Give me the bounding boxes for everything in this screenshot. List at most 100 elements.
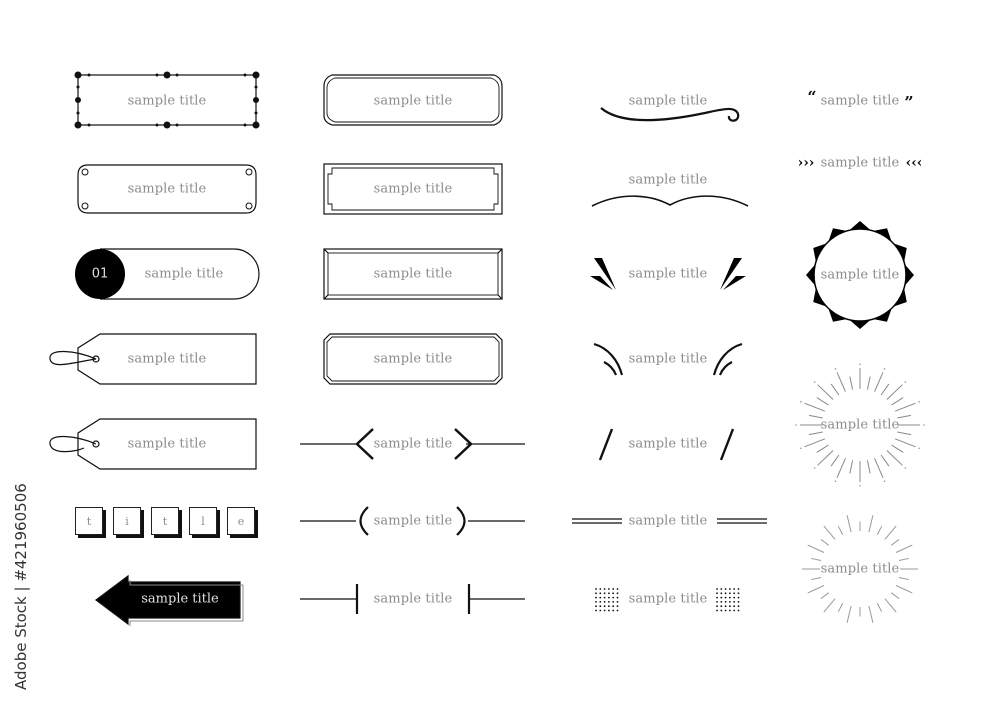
grid-dot — [616, 605, 619, 608]
grid-dot — [608, 588, 610, 590]
grid-dot — [720, 605, 723, 608]
sun-ray — [849, 376, 854, 390]
sun-ray — [886, 450, 903, 466]
grid-dot — [724, 605, 727, 608]
grid-dot — [729, 596, 731, 599]
grid-dot — [716, 605, 718, 608]
grid-dot — [599, 601, 602, 603]
grid-dot — [603, 609, 606, 612]
swash-underline — [600, 107, 740, 122]
grid-dot — [608, 609, 610, 612]
sun-dot — [883, 480, 886, 482]
sun-dot — [800, 400, 802, 403]
triple-chevrons-label: sample title — [820, 155, 900, 171]
grid-dot — [733, 596, 736, 599]
grid-dot — [724, 609, 727, 612]
sun-ray — [895, 544, 913, 553]
sun-dot — [813, 467, 816, 469]
tag-label-text: sample title — [127, 351, 207, 367]
grid-dot — [720, 588, 723, 590]
sun-ray — [891, 444, 904, 453]
ornament-sheet: sample title sample title 01 sample titl… — [0, 0, 1000, 704]
double-line-divider-label: sample title — [628, 513, 708, 529]
sun-ray — [891, 397, 904, 406]
sun-dot — [904, 381, 907, 383]
sun-ray — [816, 397, 829, 406]
sun-ray — [868, 515, 874, 533]
grid-dot — [729, 588, 731, 590]
chamfered-frame-label: sample title — [373, 351, 453, 367]
grid-dot — [603, 601, 606, 603]
grid-dot — [595, 601, 597, 603]
wave-underline-label: sample title — [628, 172, 708, 188]
grid-dot — [737, 592, 740, 595]
sun-ray — [884, 525, 897, 540]
sun-ray — [866, 460, 871, 474]
sun-ray — [876, 525, 883, 535]
grid-dot — [599, 609, 602, 612]
grid-dot — [733, 592, 736, 595]
scroll-corner-frame-label: sample title — [127, 181, 207, 197]
inset-double-frame-label: sample title — [373, 181, 453, 197]
sun-ray — [895, 585, 913, 594]
sun-ray — [804, 438, 826, 448]
quote-marks-label: sample title — [820, 93, 900, 109]
grid-dot — [612, 592, 615, 595]
grid-dot — [616, 596, 619, 599]
sun-ray — [880, 454, 890, 467]
sun-ray — [836, 372, 846, 392]
grid-dot — [724, 592, 727, 595]
slash-accents-label: sample title — [628, 436, 708, 452]
sun-ray — [884, 598, 897, 613]
curved-accents-label: sample title — [628, 351, 708, 367]
dot-grid-divider-label: sample title — [628, 591, 708, 607]
grid-dot — [720, 596, 723, 599]
sun-ray — [868, 605, 874, 623]
grid-dot — [724, 588, 727, 590]
grid-dot — [608, 592, 610, 595]
grid-dot — [737, 601, 740, 603]
grid-dot — [733, 605, 736, 608]
grid-dot — [729, 605, 731, 608]
sun-ray — [807, 544, 825, 553]
sun-ray — [880, 383, 890, 396]
sun-dot — [800, 447, 802, 450]
grid-dot — [724, 596, 727, 599]
letter-key: e — [227, 507, 255, 535]
grid-dot — [616, 592, 619, 595]
sun-ray — [849, 460, 854, 474]
grid-dot — [716, 588, 718, 590]
grid-dot — [720, 609, 723, 612]
letter-key: l — [189, 507, 217, 535]
sun-dot — [834, 368, 837, 370]
sun-ray — [823, 525, 836, 540]
grid-dot — [608, 601, 610, 603]
grid-dot — [733, 601, 736, 603]
chevron-divider-label: sample title — [373, 436, 453, 452]
grid-dot — [595, 609, 597, 612]
sun-dot — [834, 480, 837, 482]
left-chevrons-icon: ‹‹‹ — [905, 155, 923, 171]
open-quote-icon: “ — [807, 87, 817, 107]
sunburst-dashes-label: sample title — [820, 561, 900, 577]
spike-accents-label: sample title — [628, 266, 708, 282]
sun-ray — [837, 525, 844, 535]
sun-ray — [886, 384, 903, 400]
grid-dot — [595, 592, 597, 595]
tag-label-2-text: sample title — [127, 436, 207, 452]
sun-ray — [811, 576, 822, 581]
letter-key: t — [75, 507, 103, 535]
grid-dot — [599, 605, 602, 608]
sun-ray — [820, 538, 830, 546]
sun-ray — [866, 376, 871, 390]
sun-ray — [836, 458, 846, 478]
grid-dot — [616, 588, 619, 590]
grid-dot — [595, 596, 597, 599]
right-chevrons-icon: ››› — [797, 155, 815, 171]
grid-dot — [595, 588, 597, 590]
sun-dot — [918, 400, 920, 403]
grid-dot — [729, 609, 731, 612]
grid-dot — [733, 609, 736, 612]
letter-key: t — [151, 507, 179, 535]
sun-ray — [898, 576, 909, 581]
